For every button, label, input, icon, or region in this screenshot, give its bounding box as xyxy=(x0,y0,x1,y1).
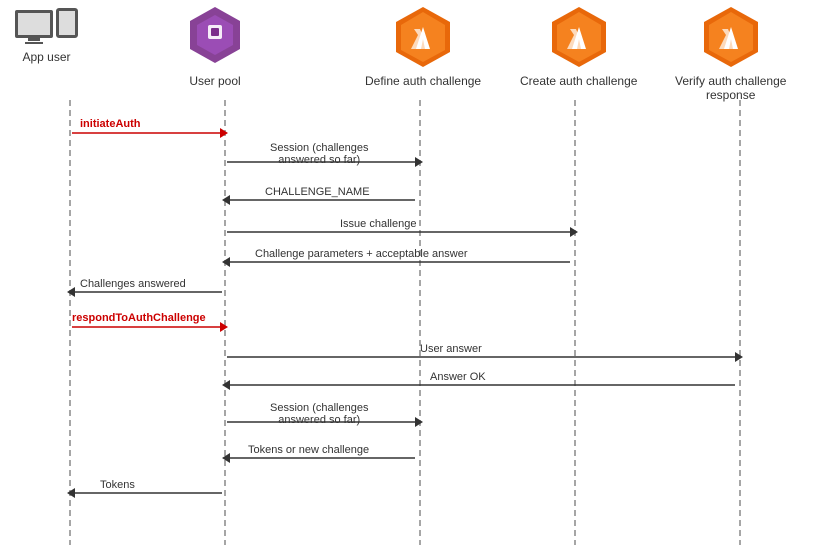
label-tokens: Tokens xyxy=(100,479,135,491)
label-answer-ok: Answer OK xyxy=(430,371,486,383)
label-session2: Session (challengesanswered so far) xyxy=(270,402,368,426)
label-respondToAuthChallenge: respondToAuthChallenge xyxy=(72,312,206,324)
label-challenge-name: CHALLENGE_NAME xyxy=(265,186,370,198)
sequence-diagram: App user User pool Define aut xyxy=(0,0,837,556)
label-initiateAuth: initiateAuth xyxy=(80,118,141,130)
label-tokens-or-new: Tokens or new challenge xyxy=(248,444,369,456)
label-session1: Session (challengesanswered so far) xyxy=(270,142,368,166)
label-user-answer: User answer xyxy=(420,343,482,355)
label-challenge-params: Challenge parameters + acceptable answer xyxy=(255,248,468,260)
label-issue-challenge: Issue challenge xyxy=(340,218,416,230)
label-challenges-answered: Challenges answered xyxy=(80,278,186,290)
